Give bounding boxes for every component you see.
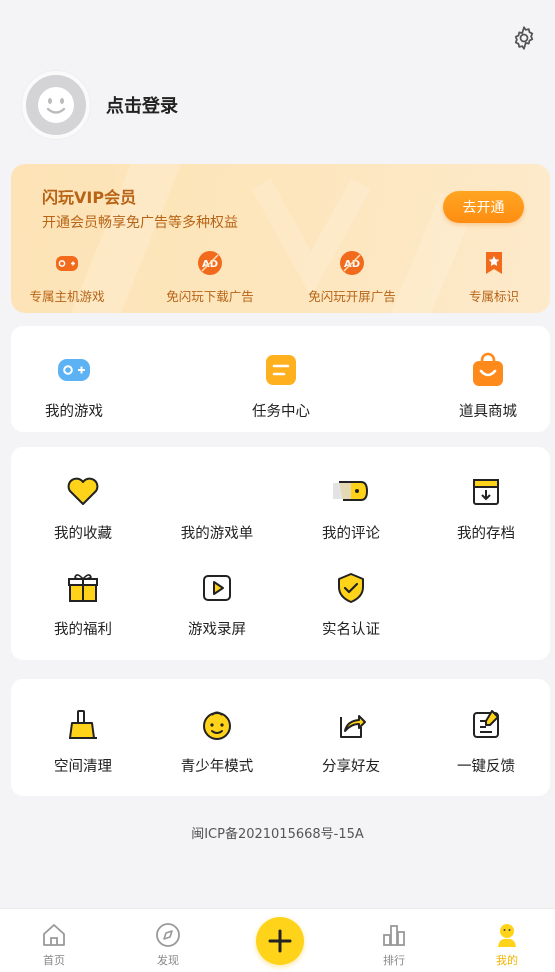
vip-title: 闪玩VIP会员 xyxy=(42,188,137,207)
feedback-button[interactable]: 一键反馈 xyxy=(431,707,541,776)
game-list-icon xyxy=(199,474,235,510)
item-label: 实名认证 xyxy=(322,622,380,638)
settings-button[interactable] xyxy=(510,24,538,52)
no-ad-icon: AD xyxy=(198,251,222,275)
gift-icon xyxy=(68,574,98,602)
item-label: 我的游戏单 xyxy=(180,526,254,542)
gamepad-icon xyxy=(58,359,90,381)
my-game-list-button[interactable]: 我的游戏单 xyxy=(162,474,272,543)
shopping-bag-icon xyxy=(473,352,503,386)
child-face-icon xyxy=(203,711,231,740)
my-favorites-button[interactable]: 我的收藏 xyxy=(28,474,138,543)
avatar[interactable] xyxy=(22,71,90,139)
icp-license-text: 闽ICP备2021015668号-15A xyxy=(191,827,364,842)
perk-no-splash-ads[interactable]: AD 免闪玩开屏广告 xyxy=(292,250,412,305)
tab-home[interactable]: 首页 xyxy=(24,921,84,968)
ranking-icon xyxy=(383,925,405,946)
item-label: 空间清理 xyxy=(54,759,112,775)
gear-icon xyxy=(514,26,534,50)
my-comments-button[interactable]: 我的评论 xyxy=(296,474,406,543)
compass-icon xyxy=(156,923,180,947)
heart-icon xyxy=(67,477,99,505)
space-cleanup-button[interactable]: 空间清理 xyxy=(28,707,138,776)
item-label: 一键反馈 xyxy=(457,759,515,775)
tab-label: 排行 xyxy=(383,954,405,967)
item-label: 我的游戏 xyxy=(45,404,103,420)
perk-exclusive-badge[interactable]: 专属标识 xyxy=(434,250,550,305)
my-benefits-button[interactable]: 我的福利 xyxy=(28,570,138,639)
play-icon xyxy=(203,575,231,601)
my-games-button[interactable]: 我的游戏 xyxy=(19,352,129,421)
game-recording-button[interactable]: 游戏录屏 xyxy=(162,570,272,639)
profile-row[interactable]: 点击登录 xyxy=(22,70,178,140)
item-label: 我的福利 xyxy=(54,622,112,638)
my-saves-button[interactable]: 我的存档 xyxy=(431,474,541,543)
item-label: 青少年模式 xyxy=(180,759,254,775)
vip-subtitle: 开通会员畅享免广告等多种权益 xyxy=(42,215,238,231)
perk-label: 专属主机游戏 xyxy=(29,289,105,304)
item-shop-button[interactable]: 道具商城 xyxy=(433,352,543,421)
no-ad-icon: AD xyxy=(340,251,364,275)
shield-check-icon xyxy=(338,573,364,603)
share-icon xyxy=(340,715,366,738)
real-name-verification-button[interactable]: 实名认证 xyxy=(296,570,406,639)
vip-perks: 专属主机游戏 AD 免闪玩下载广告 AD 免闪玩开屏广告 专属标识 xyxy=(11,250,550,304)
task-center-button[interactable]: 任务中心 xyxy=(226,352,336,421)
perk-exclusive-console-games[interactable]: 专属主机游戏 xyxy=(11,250,127,305)
feedback-icon xyxy=(473,710,499,738)
comment-icon xyxy=(333,481,369,501)
item-label: 道具商城 xyxy=(459,404,517,420)
gamepad-icon xyxy=(56,256,78,271)
item-label: 我的存档 xyxy=(457,526,515,542)
tab-discover[interactable]: 发现 xyxy=(138,921,198,968)
tab-ranking[interactable]: 排行 xyxy=(364,921,424,968)
create-button[interactable] xyxy=(256,917,304,965)
item-label: 分享好友 xyxy=(322,759,380,775)
perk-label: 免闪玩开屏广告 xyxy=(308,289,396,304)
login-link[interactable]: 点击登录 xyxy=(106,92,178,118)
quick-actions-card: 我的游戏 任务中心 道具商城 xyxy=(11,326,550,432)
vip-open-button[interactable]: 去开通 xyxy=(443,191,524,223)
perk-label: 免闪玩下载广告 xyxy=(166,289,254,304)
item-label: 我的收藏 xyxy=(54,526,112,542)
task-icon xyxy=(266,355,296,385)
mine-icon xyxy=(498,924,516,947)
share-friends-button[interactable]: 分享好友 xyxy=(296,707,406,776)
perk-no-download-ads[interactable]: AD 免闪玩下载广告 xyxy=(150,250,270,305)
tools-card: 空间清理 青少年模式 分享好友 一键反馈 xyxy=(11,679,550,796)
tab-label: 首页 xyxy=(43,954,65,967)
tab-mine[interactable]: 我的 xyxy=(477,921,537,968)
archive-icon xyxy=(473,479,499,505)
item-label: 任务中心 xyxy=(252,404,310,420)
vip-card[interactable]: 闪玩VIP会员 开通会员畅享免广告等多种权益 去开通 专属主机游戏 AD 免闪玩… xyxy=(11,164,550,313)
features-card: 我的收藏 我的游戏单 我的评论 我的存档 我的福利 游戏录屏 实名认证 xyxy=(11,447,550,660)
item-label: 游戏录屏 xyxy=(188,622,246,638)
teen-mode-button[interactable]: 青少年模式 xyxy=(162,707,272,776)
star-badge-icon xyxy=(486,252,502,274)
broom-icon xyxy=(69,710,97,739)
perk-label: 专属标识 xyxy=(468,289,519,304)
plus-icon xyxy=(268,929,292,953)
tab-label: 我的 xyxy=(496,954,518,967)
home-icon xyxy=(43,924,65,946)
tab-label: 发现 xyxy=(157,954,179,967)
item-label: 我的评论 xyxy=(322,526,380,542)
smiley-face-icon xyxy=(38,87,74,123)
